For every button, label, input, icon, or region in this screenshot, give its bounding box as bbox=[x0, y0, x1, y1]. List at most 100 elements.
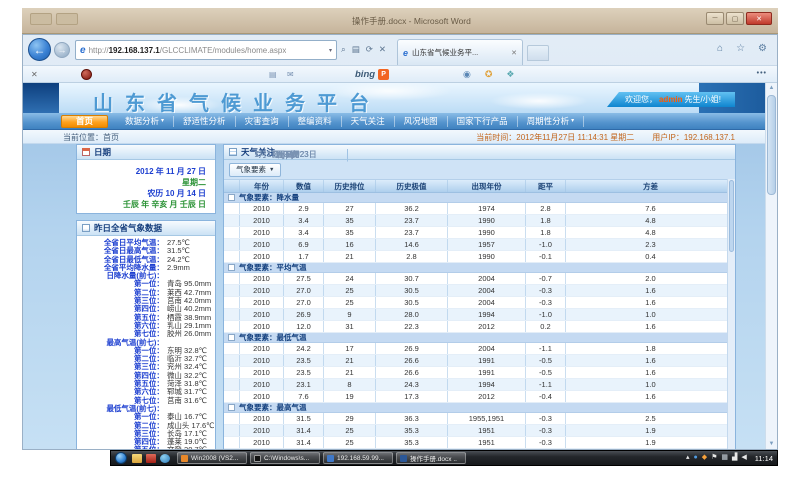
tab-close-icon[interactable]: ✕ bbox=[511, 49, 517, 57]
group-header-row-1[interactable]: 气象要素：平均气温 bbox=[224, 263, 735, 273]
table-cell: 25 bbox=[324, 297, 376, 308]
maximize-icon[interactable]: ▢ bbox=[726, 12, 744, 25]
display-icon[interactable]: ▦ bbox=[721, 454, 728, 462]
table-cell: 1994 bbox=[448, 309, 526, 320]
element-filter-button[interactable]: 气象要素 ▼ bbox=[229, 163, 281, 177]
current-time-text: 当前时间：2012年11月27日 11:14:31 星期二 bbox=[476, 132, 634, 143]
nav-item-6[interactable]: 风况地图 bbox=[395, 116, 448, 127]
row-select-cell bbox=[224, 437, 240, 448]
table-cell: 22.3 bbox=[376, 321, 448, 332]
col-year: 年份 bbox=[240, 180, 284, 192]
group-checkbox[interactable] bbox=[228, 264, 235, 271]
table-cell: 2010 bbox=[240, 273, 284, 284]
col-extreme: 历史极值 bbox=[376, 180, 448, 192]
home-icon[interactable]: ⌂ bbox=[717, 43, 723, 54]
taskbar-button-1[interactable]: C:\Windows\s... bbox=[250, 452, 320, 464]
more-options-icon[interactable]: ••• bbox=[757, 70, 767, 77]
compatibility-view-icon[interactable]: ▤ bbox=[352, 44, 360, 55]
table-cell: 2.0 bbox=[566, 273, 735, 284]
taskbar-clock[interactable]: 11:14 bbox=[755, 454, 773, 463]
main-nav: 首页数据分析▾舒适性分析灾害查询整编资料天气关注风况地图国家下行产品周期性分析▾ bbox=[23, 113, 765, 130]
addon-logo-icon[interactable] bbox=[81, 69, 92, 80]
table-cell: 2010 bbox=[240, 297, 284, 308]
scroll-down-icon[interactable]: ▼ bbox=[766, 441, 777, 447]
new-tab-button[interactable] bbox=[527, 45, 549, 61]
taskbar-button-0[interactable]: Win2008 (VS2... bbox=[177, 452, 247, 464]
lunar-date: 农历 10 月 14 日 bbox=[77, 188, 206, 199]
volume-icon[interactable]: ◀ bbox=[741, 454, 746, 462]
flame-icon[interactable]: ◆ bbox=[702, 454, 707, 462]
action-center-flag-icon[interactable]: ⚑ bbox=[711, 454, 717, 462]
nav-item-2[interactable]: 舒适性分析 bbox=[174, 116, 236, 127]
favorites-star-icon[interactable]: ☆ bbox=[736, 43, 745, 54]
show-hidden-icons-icon[interactable]: ▴ bbox=[686, 454, 690, 462]
gear-icon[interactable]: ⚙ bbox=[758, 43, 767, 54]
nav-item-5[interactable]: 天气关注 bbox=[342, 116, 395, 127]
screenshot-stage: 操作手册.docx - Microsoft Word ─ ▢ ✕ ← → e h… bbox=[0, 0, 800, 500]
table-cell: 26.9 bbox=[284, 309, 324, 320]
mail-icon[interactable]: ✉ bbox=[287, 70, 411, 79]
browser-scrollbar-thumb[interactable] bbox=[767, 95, 776, 195]
explorer-folder-icon[interactable] bbox=[132, 454, 142, 463]
address-bar[interactable]: e http://192.168.137.1/GLCCLIMATE/module… bbox=[75, 40, 337, 60]
minimize-icon[interactable]: ─ bbox=[706, 12, 724, 25]
table-scrollbar-thumb[interactable] bbox=[729, 180, 734, 252]
refresh-icon[interactable]: ⟳ bbox=[366, 44, 373, 55]
start-button[interactable] bbox=[115, 452, 127, 464]
table-cell: 35 bbox=[324, 227, 376, 238]
group-checkbox[interactable] bbox=[228, 404, 235, 411]
date-panel-header: 日期 bbox=[77, 145, 215, 160]
plugin-icon-1[interactable]: ◉ bbox=[463, 69, 471, 80]
table-cell: 35 bbox=[324, 215, 376, 226]
taskbar-button-label: C:\Windows\s... bbox=[264, 455, 309, 462]
network-icon[interactable]: ▟ bbox=[732, 454, 737, 462]
nav-item-3[interactable]: 灾害查询 bbox=[236, 116, 289, 127]
group-header-row-0[interactable]: 气象要素：降水量 bbox=[224, 193, 735, 203]
group-checkbox[interactable] bbox=[228, 194, 235, 201]
table-cell: 2004 bbox=[448, 343, 526, 354]
nav-item-1[interactable]: 数据分析▾ bbox=[116, 116, 174, 127]
nav-item-7[interactable]: 国家下行产品 bbox=[448, 116, 518, 127]
browser-tab[interactable]: e 山东省气候业务平... ✕ bbox=[397, 39, 523, 65]
plugin-icon-3[interactable]: ❖ bbox=[506, 69, 514, 80]
forward-button[interactable]: → bbox=[54, 42, 70, 58]
bing-logo[interactable]: bing P bbox=[355, 69, 389, 80]
nav-item-8[interactable]: 周期性分析▾ bbox=[518, 116, 585, 127]
address-dropdown-icon[interactable]: ▾ bbox=[329, 47, 332, 54]
stop-icon[interactable]: ✕ bbox=[379, 44, 386, 55]
group-checkbox[interactable] bbox=[228, 334, 235, 341]
table-cell: 1951 bbox=[448, 425, 526, 436]
table-cell: 27.5 bbox=[284, 273, 324, 284]
table-cell: 1.8 bbox=[526, 215, 566, 226]
table-cell: -0.3 bbox=[526, 285, 566, 296]
table-cell: 35.3 bbox=[376, 425, 448, 436]
group-header-row-3[interactable]: 气象要素：最高气温 bbox=[224, 403, 735, 413]
address-action-icons: ⌕ ▤ ⟳ ✕ bbox=[341, 44, 386, 55]
table-cell: 26.9 bbox=[376, 343, 448, 354]
red-app-icon[interactable] bbox=[146, 454, 156, 463]
close-sidebar-icon[interactable]: ✕ bbox=[31, 70, 155, 79]
table-cell: 2010 bbox=[240, 367, 284, 378]
back-button[interactable]: ← bbox=[28, 38, 51, 61]
tray-icons: ▴● ◆ ⚑ ▦ ▟ ◀ bbox=[686, 454, 747, 462]
media-player-icon[interactable] bbox=[160, 454, 170, 463]
taskbar-button-label: 192.168.59.99... bbox=[337, 455, 384, 462]
update-status-icon[interactable]: ● bbox=[693, 454, 697, 462]
search-icon[interactable]: ⌕ bbox=[341, 44, 346, 55]
table-cell: 36.2 bbox=[376, 203, 448, 214]
taskbar-button-3[interactable]: 操作手册.docx .. bbox=[396, 452, 466, 464]
group-header-row-2[interactable]: 气象要素：最低气温 bbox=[224, 333, 735, 343]
scroll-up-icon[interactable]: ▲ bbox=[766, 85, 777, 91]
row-select-cell bbox=[224, 425, 240, 436]
table-cell: 25 bbox=[324, 425, 376, 436]
nav-item-4[interactable]: 整编资料 bbox=[289, 116, 342, 127]
nav-item-0[interactable]: 首页 bbox=[61, 115, 108, 128]
nav-item-label: 数据分析 bbox=[125, 116, 159, 127]
stats-panel-title: 昨日全省气象数据 bbox=[94, 222, 162, 234]
taskbar-button-2[interactable]: 192.168.59.99... bbox=[323, 452, 393, 464]
plugin-icon-2[interactable]: ✪ bbox=[485, 69, 493, 80]
close-icon[interactable]: ✕ bbox=[746, 12, 772, 25]
table-cell: 2010 bbox=[240, 215, 284, 226]
table-cell: 23.5 bbox=[284, 355, 324, 366]
table-cell: 23.7 bbox=[376, 227, 448, 238]
